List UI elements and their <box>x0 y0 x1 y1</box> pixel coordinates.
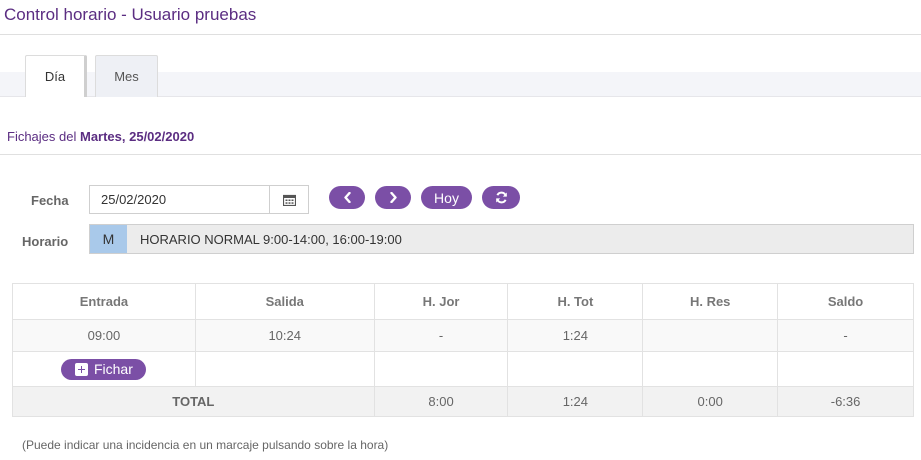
calendar-icon <box>282 194 296 206</box>
calendar-button[interactable] <box>269 185 309 214</box>
fichajes-table: Entrada Salida H. Jor H. Tot H. Res Sald… <box>12 283 914 417</box>
col-header-h-jor: H. Jor <box>373 283 509 320</box>
col-header-salida: Salida <box>194 283 375 320</box>
col-header-saldo: Saldo <box>777 283 914 320</box>
next-day-button[interactable] <box>375 186 411 209</box>
refresh-button[interactable] <box>482 186 520 209</box>
chevron-left-icon <box>343 192 351 203</box>
empty-cell <box>373 351 509 387</box>
refresh-icon <box>495 191 507 204</box>
empty-cell <box>777 351 914 387</box>
fichar-row: Fichar <box>12 351 914 387</box>
cell-salida[interactable]: 10:24 <box>194 319 375 352</box>
fichajes-heading: Fichajes del Martes, 25/02/2020 <box>7 129 194 144</box>
horario-text: HORARIO NORMAL 9:00-14:00, 16:00-19:00 <box>140 232 402 247</box>
col-header-entrada: Entrada <box>12 283 196 320</box>
cell-h-tot: 1:24 <box>507 319 644 352</box>
cell-h-res <box>642 319 779 352</box>
tab-dia[interactable]: Día <box>25 55 87 97</box>
total-h-jor: 8:00 <box>373 386 509 417</box>
empty-cell <box>642 351 779 387</box>
plus-square-icon <box>74 362 88 376</box>
fichajes-divider <box>0 154 921 155</box>
fecha-label: Fecha <box>31 193 69 208</box>
empty-cell <box>194 351 375 387</box>
col-header-h-tot: H. Tot <box>507 283 644 320</box>
table-header-row: Entrada Salida H. Jor H. Tot H. Res Sald… <box>12 283 914 320</box>
horario-label: Horario <box>22 234 69 249</box>
fichar-label: Fichar <box>93 361 133 377</box>
empty-cell <box>507 351 644 387</box>
incidencia-note: (Puede indicar una incidencia en un marc… <box>22 438 389 452</box>
horario-field: M HORARIO NORMAL 9:00-14:00, 16:00-19:00 <box>89 224 914 254</box>
chevron-right-icon <box>389 192 397 203</box>
cell-entrada[interactable]: 09:00 <box>12 319 196 352</box>
fichar-button[interactable]: Fichar <box>61 358 147 380</box>
fichajes-day: Martes, 25/02/2020 <box>79 129 195 144</box>
fichar-cell: Fichar <box>12 351 196 387</box>
col-header-h-res: H. Res <box>642 283 779 320</box>
cell-h-jor: - <box>373 319 509 352</box>
total-label: TOTAL <box>12 386 375 417</box>
tab-mes[interactable]: Mes <box>95 55 158 97</box>
title-divider <box>0 34 921 35</box>
table-row: 09:00 10:24 - 1:24 - <box>12 319 914 352</box>
horario-badge: M <box>90 225 127 253</box>
total-h-res: 0:00 <box>642 386 779 417</box>
fichajes-prefix: Fichajes del <box>7 129 80 144</box>
prev-day-button[interactable] <box>329 186 365 209</box>
total-h-tot: 1:24 <box>507 386 644 417</box>
fecha-input[interactable] <box>89 185 270 214</box>
hoy-button[interactable]: Hoy <box>421 186 472 209</box>
total-row: TOTAL 8:00 1:24 0:00 -6:36 <box>12 386 914 417</box>
page-title: Control horario - Usuario pruebas <box>4 5 257 24</box>
cell-saldo: - <box>777 319 914 352</box>
total-saldo: -6:36 <box>777 386 914 417</box>
